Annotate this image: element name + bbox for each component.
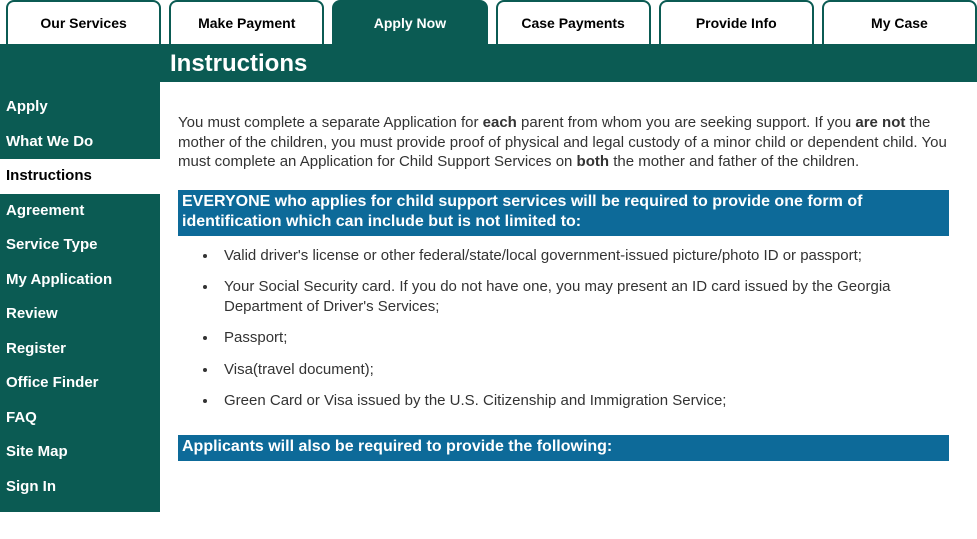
sidebar-item-faq[interactable]: FAQ xyxy=(0,401,160,436)
app-root: Our Services Make Payment Apply Now Case… xyxy=(0,0,977,512)
sidebar-item-dcss-home[interactable]: DCSS Home Page xyxy=(0,504,160,539)
sidebar-item-label: DCSS Home Page xyxy=(6,512,134,529)
intro-bold-both: both xyxy=(577,153,609,170)
sidebar: Apply What We Do Instructions Agreement … xyxy=(0,44,160,512)
sidebar-item-label: FAQ xyxy=(6,409,37,426)
list-item: Passport; xyxy=(218,328,949,348)
sidebar-item-label: Apply xyxy=(6,98,48,115)
tab-label: Provide Info xyxy=(696,15,777,31)
tab-provide-info[interactable]: Provide Info xyxy=(659,0,814,44)
sidebar-item-label: Site Map xyxy=(6,443,68,460)
sidebar-item-register[interactable]: Register xyxy=(0,332,160,367)
sidebar-item-label: Sign In xyxy=(6,478,56,495)
sidebar-item-agreement[interactable]: Agreement xyxy=(0,194,160,229)
tab-label: Case Payments xyxy=(521,15,625,31)
provide-heading: Applicants will also be required to prov… xyxy=(178,435,949,461)
sidebar-item-label: My Application xyxy=(6,271,112,288)
intro-text: You must complete a separate Application… xyxy=(178,114,483,131)
sidebar-item-service-type[interactable]: Service Type xyxy=(0,228,160,263)
tab-apply-now[interactable]: Apply Now xyxy=(332,0,487,44)
sidebar-item-instructions[interactable]: Instructions xyxy=(0,159,160,194)
intro-text: the mother and father of the children. xyxy=(609,153,859,170)
tab-label: My Case xyxy=(871,15,928,31)
id-requirements-heading: EVERYONE who applies for child support s… xyxy=(178,190,949,236)
sidebar-item-label: Register xyxy=(6,340,66,357)
sidebar-item-label: Office Finder xyxy=(6,374,99,391)
intro-text: parent from whom you are seeking support… xyxy=(517,114,856,131)
sidebar-item-label: Review xyxy=(6,305,58,322)
tab-label: Apply Now xyxy=(374,15,446,31)
sidebar-item-label: Service Type xyxy=(6,236,97,253)
list-item: Your Social Security card. If you do not… xyxy=(218,277,949,316)
sidebar-item-label: What We Do xyxy=(6,133,93,150)
body-region: Apply What We Do Instructions Agreement … xyxy=(0,44,977,512)
tab-case-payments[interactable]: Case Payments xyxy=(496,0,651,44)
tab-label: Our Services xyxy=(40,15,126,31)
sidebar-item-site-map[interactable]: Site Map xyxy=(0,435,160,470)
tab-label: Make Payment xyxy=(198,15,295,31)
page-title: Instructions xyxy=(160,44,977,82)
sidebar-item-review[interactable]: Review xyxy=(0,297,160,332)
intro-bold-are-not: are not xyxy=(855,114,905,131)
tab-make-payment[interactable]: Make Payment xyxy=(169,0,324,44)
sidebar-item-sign-in[interactable]: Sign In xyxy=(0,470,160,505)
list-item: Green Card or Visa issued by the U.S. Ci… xyxy=(218,391,949,411)
list-item: Visa(travel document); xyxy=(218,360,949,380)
sidebar-item-label: Instructions xyxy=(6,167,92,184)
sidebar-item-apply[interactable]: Apply xyxy=(0,90,160,125)
list-item: Valid driver's license or other federal/… xyxy=(218,246,949,266)
tab-my-case[interactable]: My Case xyxy=(822,0,977,44)
main-column: Instructions You must complete a separat… xyxy=(160,44,977,512)
tab-our-services[interactable]: Our Services xyxy=(6,0,161,44)
intro-bold-each: each xyxy=(483,114,517,131)
sidebar-item-label: Agreement xyxy=(6,202,84,219)
id-requirements-list: Valid driver's license or other federal/… xyxy=(178,246,949,411)
content-area: You must complete a separate Application… xyxy=(160,82,977,512)
sidebar-item-office-finder[interactable]: Office Finder xyxy=(0,366,160,401)
sidebar-item-what-we-do[interactable]: What We Do xyxy=(0,125,160,160)
intro-paragraph: You must complete a separate Application… xyxy=(178,113,949,172)
sidebar-item-my-application[interactable]: My Application xyxy=(0,263,160,298)
top-tab-row: Our Services Make Payment Apply Now Case… xyxy=(0,0,977,44)
